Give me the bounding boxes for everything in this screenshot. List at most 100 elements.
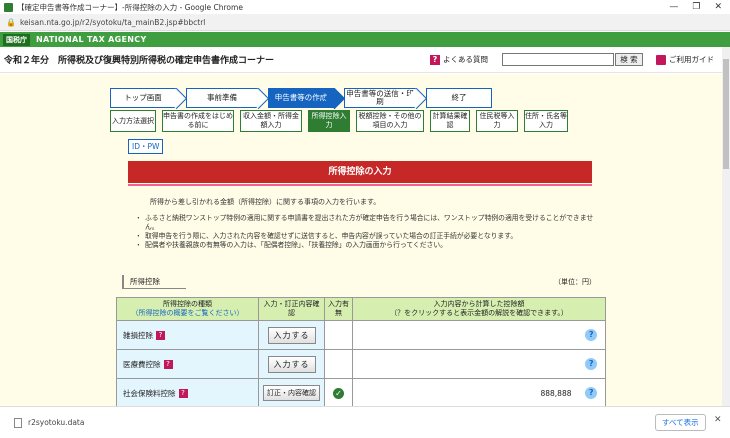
section-label: 所得控除 bbox=[122, 275, 186, 289]
table-header-row: 所得控除の種類 （所得控除の概要をご覧ください） 入力・訂正内容確認 入力有無 … bbox=[116, 297, 606, 321]
agency-name: NATIONAL TAX AGENCY bbox=[36, 35, 147, 44]
edit-confirm-button[interactable]: 訂正・内容確認 bbox=[263, 385, 320, 401]
faq-label: よくある質問 bbox=[443, 55, 488, 64]
question-icon[interactable]: ? bbox=[156, 331, 165, 340]
title-underline bbox=[128, 184, 592, 186]
row-name: 社会保険料控除? bbox=[116, 378, 259, 406]
deduction-table: 所得控除の種類 （所得控除の概要をご覧ください） 入力・訂正内容確認 入力有無 … bbox=[116, 297, 606, 406]
substep-income: 収入金額・所得金額入力 bbox=[240, 110, 302, 132]
page-title: 所得控除の入力 bbox=[128, 161, 592, 183]
header-entry: 入力・訂正内容確認 bbox=[258, 297, 325, 321]
unit-label: （単位：円） bbox=[554, 278, 596, 286]
search-button[interactable]: 検 索 bbox=[615, 53, 643, 66]
favicon-icon bbox=[4, 2, 13, 12]
enter-button[interactable]: 入力する bbox=[267, 355, 316, 373]
file-icon bbox=[14, 417, 22, 428]
show-all-button[interactable]: すべて表示 bbox=[655, 414, 706, 431]
row-name-label: 医療費控除 bbox=[123, 359, 161, 369]
maximize-button[interactable]: ❐ bbox=[692, 2, 700, 12]
corner-header: 令和２年分 所得税及び復興特別所得税の確定申告書作成コーナー ? よくある質問 … bbox=[0, 47, 722, 73]
substep-resident-tax: 住民税等入力 bbox=[476, 110, 518, 132]
enter-button[interactable]: 入力する bbox=[267, 326, 316, 344]
header-entered: 入力有無 bbox=[324, 297, 353, 321]
step-create: 申告書等の作成 bbox=[268, 88, 334, 108]
help-icon[interactable]: ? bbox=[585, 358, 598, 370]
row-entered bbox=[324, 349, 353, 379]
header-amount: 入力内容から計算した控除額 （？をクリックすると表示金額の解説を確認できます。） bbox=[352, 297, 606, 321]
download-filename: r2syotoku.data bbox=[28, 418, 85, 427]
row-amount bbox=[352, 349, 578, 379]
note-text-2: 取得申告を行う際に、入力された内容を確認せずに送信すると、申告内容が誤っていた場… bbox=[145, 232, 518, 240]
address-bar[interactable]: 🔒 keisan.nta.go.jp/r2/syotoku/ta_mainB2.… bbox=[0, 14, 730, 31]
window-controls: — ❐ ✕ bbox=[669, 2, 722, 12]
intro-text: 所得から差し引かれる金額（所得控除）に関する事項の入力を行います。 bbox=[150, 198, 381, 206]
row-name-label: 雑損控除 bbox=[123, 330, 153, 340]
help-icon[interactable]: ? bbox=[585, 329, 598, 341]
table-row: 社会保険料控除? 訂正・内容確認 ✓ 888,888 ? bbox=[116, 378, 606, 406]
minimize-button[interactable]: — bbox=[669, 2, 678, 12]
faq-link[interactable]: ? よくある質問 bbox=[430, 54, 488, 65]
question-icon[interactable]: ? bbox=[178, 389, 188, 398]
row-action: 入力する bbox=[258, 349, 325, 379]
header-type-sub[interactable]: （所得控除の概要をご覧ください） bbox=[119, 309, 256, 318]
row-help: ? bbox=[577, 349, 606, 379]
lock-icon: 🔒 bbox=[6, 17, 16, 27]
header-type-label: 所得控除の種類 bbox=[163, 300, 212, 308]
close-icon[interactable]: ✕ bbox=[714, 415, 722, 425]
progress-steps: トップ画面 事前準備 申告書等の作成 申告書等の送信・印刷 終了 bbox=[110, 88, 502, 108]
check-icon: ✓ bbox=[333, 387, 344, 399]
search-input[interactable] bbox=[502, 53, 614, 66]
row-amount: 888,888 bbox=[352, 378, 578, 406]
row-name-label: 社会保険料控除 bbox=[123, 388, 176, 398]
table-row: 雑損控除? 入力する ? bbox=[116, 320, 606, 350]
url-text[interactable]: keisan.nta.go.jp/r2/syotoku/ta_mainB2.js… bbox=[20, 18, 205, 27]
substep-before: 申告書の作成をはじめる前に bbox=[162, 110, 234, 132]
substep-method: 入力方法選択 bbox=[110, 110, 156, 132]
substep-tax-credit: 税額控除・その他の項目の入力 bbox=[356, 110, 424, 132]
book-icon bbox=[656, 54, 666, 65]
guide-label: ご利用ガイド bbox=[669, 55, 714, 64]
help-icon[interactable]: ? bbox=[585, 387, 598, 399]
browser-titlebar: 【確定申告書等作成コーナー】-所得控除の入力 - Google Chrome —… bbox=[0, 0, 730, 14]
row-action: 訂正・内容確認 bbox=[258, 378, 325, 406]
substep-address: 住所・氏名等入力 bbox=[524, 110, 568, 132]
close-window-button[interactable]: ✕ bbox=[714, 2, 722, 12]
step-end: 終了 bbox=[426, 88, 492, 108]
sub-steps: 入力方法選択 申告書の作成をはじめる前に 収入金額・所得金額入力 所得控除入力 … bbox=[110, 110, 574, 132]
row-help: ? bbox=[577, 320, 606, 350]
row-name: 医療費控除? bbox=[116, 349, 259, 379]
idpw-link[interactable]: ID・PW bbox=[128, 139, 164, 154]
note-item: ・配偶者や扶養親族の有無等の入力は、「配偶者控除」、「扶養控除」の入力画面から行… bbox=[135, 241, 447, 249]
vertical-scrollbar[interactable] bbox=[722, 47, 730, 406]
row-help: ? bbox=[577, 378, 606, 406]
step-prep: 事前準備 bbox=[186, 88, 258, 108]
row-entered bbox=[324, 320, 353, 350]
downloads-bar: r2syotoku.data すべて表示 ✕ bbox=[0, 406, 730, 438]
step-top: トップ画面 bbox=[110, 88, 176, 108]
download-item[interactable]: r2syotoku.data bbox=[14, 417, 85, 428]
note-item: ・ふるさと納税ワンストップ特例の適用に関する申請書を提出された方が確定申告を行う… bbox=[135, 214, 594, 231]
window-title: 【確定申告書等作成コーナー】-所得控除の入力 - Google Chrome bbox=[17, 2, 243, 12]
substep-result: 計算結果確認 bbox=[430, 110, 470, 132]
table-row: 医療費控除? 入力する ? bbox=[116, 349, 606, 379]
header-amount-sub: （？をクリックすると表示金額の解説を確認できます。） bbox=[390, 309, 568, 317]
row-name: 雑損控除? bbox=[116, 320, 259, 350]
guide-link[interactable]: ご利用ガイド bbox=[656, 54, 714, 65]
note-text-1: ふるさと納税ワンストップ特例の適用に関する申請書を提出された方が確定申告を行う場… bbox=[145, 214, 594, 231]
step-send: 申告書等の送信・印刷 bbox=[344, 88, 416, 108]
row-amount bbox=[352, 320, 578, 350]
question-icon[interactable]: ? bbox=[163, 360, 173, 369]
notes-list: ・ふるさと納税ワンストップ特例の適用に関する申請書を提出された方が確定申告を行う… bbox=[135, 214, 595, 250]
row-entered: ✓ bbox=[324, 378, 353, 406]
header-type: 所得控除の種類 （所得控除の概要をご覧ください） bbox=[116, 297, 259, 321]
note-text-3: 配偶者や扶養親族の有無等の入力は、「配偶者控除」、「扶養控除」の入力画面から行っ… bbox=[145, 241, 447, 249]
row-action: 入力する bbox=[258, 320, 325, 350]
question-icon: ? bbox=[430, 54, 440, 65]
note-item: ・取得申告を行う際に、入力された内容を確認せずに送信すると、申告内容が誤っていた… bbox=[135, 232, 518, 240]
substep-deduction: 所得控除入力 bbox=[308, 110, 350, 132]
nta-logo[interactable]: 国税庁 bbox=[3, 33, 30, 46]
corner-title: 令和２年分 所得税及び復興特別所得税の確定申告書作成コーナー bbox=[4, 56, 275, 66]
main-content: トップ画面 事前準備 申告書等の作成 申告書等の送信・印刷 終了 入力方法選択 … bbox=[0, 74, 722, 406]
scrollbar-thumb[interactable] bbox=[723, 59, 729, 169]
header-amount-label: 入力内容から計算した控除額 bbox=[433, 300, 525, 308]
